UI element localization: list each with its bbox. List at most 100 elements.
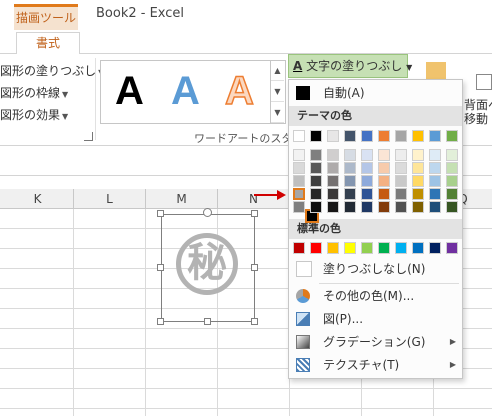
theme-color-swatch[interactable] xyxy=(429,130,441,142)
theme-shade-swatch[interactable] xyxy=(446,188,458,200)
theme-shade-swatch[interactable] xyxy=(412,162,424,174)
menu-item-gradient[interactable]: グラデーション(G) ▶ xyxy=(289,331,462,353)
wordart-style-black[interactable]: A xyxy=(115,65,144,117)
theme-shade-swatch[interactable] xyxy=(361,201,373,213)
theme-color-swatch[interactable] xyxy=(310,130,322,142)
more-styles-icon[interactable]: ▼ xyxy=(271,102,284,123)
theme-shade-swatch[interactable] xyxy=(446,201,458,213)
theme-shade-swatch[interactable] xyxy=(344,149,356,161)
standard-color-swatch[interactable] xyxy=(293,242,305,254)
theme-shade-swatch[interactable] xyxy=(310,201,322,213)
shape-outline-button[interactable]: 図形の枠線 ▼ xyxy=(0,84,68,101)
theme-shade-swatch[interactable] xyxy=(293,149,305,161)
menu-item-no-fill[interactable]: 塗りつぶしなし(N) xyxy=(289,258,462,280)
drawing-tools-tab[interactable]: 描画ツール xyxy=(14,4,78,30)
theme-shade-swatch[interactable] xyxy=(344,162,356,174)
scroll-down-icon[interactable]: ▼ xyxy=(271,81,284,102)
standard-color-swatch[interactable] xyxy=(395,242,407,254)
theme-color-swatch[interactable] xyxy=(293,130,305,142)
theme-shade-swatch[interactable] xyxy=(327,201,339,213)
standard-color-swatch[interactable] xyxy=(344,242,356,254)
scroll-up-icon[interactable]: ▲ xyxy=(271,60,284,81)
theme-shade-swatch[interactable] xyxy=(344,188,356,200)
send-backward-label-2[interactable]: 移動 xyxy=(464,110,488,127)
theme-color-swatch[interactable] xyxy=(446,130,458,142)
resize-handle-w[interactable] xyxy=(157,264,164,271)
rotate-handle[interactable] xyxy=(203,208,212,217)
menu-item-automatic[interactable]: 自動(A) xyxy=(289,82,462,104)
theme-shade-swatch[interactable] xyxy=(361,175,373,187)
resize-handle-se[interactable] xyxy=(251,318,258,325)
theme-shade-swatch[interactable] xyxy=(293,175,305,187)
theme-shade-swatch[interactable] xyxy=(429,188,441,200)
theme-color-swatch[interactable] xyxy=(378,130,390,142)
wordart-style-gallery[interactable]: A A A xyxy=(100,60,286,124)
standard-color-swatch[interactable] xyxy=(429,242,441,254)
theme-shade-swatch[interactable] xyxy=(429,149,441,161)
theme-shade-swatch[interactable] xyxy=(412,175,424,187)
selection-pane-icon[interactable] xyxy=(476,74,492,90)
theme-shade-swatch[interactable] xyxy=(293,188,305,200)
standard-color-swatch[interactable] xyxy=(327,242,339,254)
column-header-k[interactable]: K xyxy=(2,189,74,209)
resize-handle-nw[interactable] xyxy=(157,210,164,217)
resize-handle-e[interactable] xyxy=(251,264,258,271)
theme-shade-swatch[interactable] xyxy=(429,201,441,213)
column-header-m[interactable]: M xyxy=(146,189,218,209)
theme-shade-swatch[interactable] xyxy=(327,188,339,200)
standard-color-swatch[interactable] xyxy=(378,242,390,254)
theme-shade-swatch[interactable] xyxy=(378,162,390,174)
theme-shade-swatch[interactable] xyxy=(446,175,458,187)
menu-item-picture[interactable]: 図(P)... xyxy=(289,308,462,330)
secret-stamp-text[interactable]: 秘 xyxy=(176,233,238,295)
wordart-style-orange-outline[interactable]: A xyxy=(224,65,254,117)
theme-shade-swatch[interactable] xyxy=(310,149,322,161)
resize-handle-s[interactable] xyxy=(204,318,211,325)
theme-shade-swatch[interactable] xyxy=(429,175,441,187)
resize-handle-ne[interactable] xyxy=(251,210,258,217)
theme-shade-swatch[interactable] xyxy=(344,175,356,187)
dialog-launcher-icon[interactable] xyxy=(84,132,93,141)
theme-shade-swatch[interactable] xyxy=(395,201,407,213)
theme-color-swatch[interactable] xyxy=(344,130,356,142)
theme-shade-swatch[interactable] xyxy=(378,188,390,200)
theme-shade-swatch[interactable] xyxy=(310,188,322,200)
standard-color-swatch[interactable] xyxy=(412,242,424,254)
theme-shade-swatch[interactable] xyxy=(446,149,458,161)
theme-shade-swatch[interactable] xyxy=(395,175,407,187)
gallery-scroll[interactable]: ▲ ▼ ▼ xyxy=(270,60,284,124)
theme-shade-swatch[interactable] xyxy=(361,162,373,174)
shape-effects-button[interactable]: 図形の効果 ▼ xyxy=(0,106,68,123)
theme-shade-swatch[interactable] xyxy=(395,162,407,174)
theme-shade-swatch[interactable] xyxy=(361,188,373,200)
theme-shade-swatch[interactable] xyxy=(446,162,458,174)
theme-shade-swatch[interactable] xyxy=(412,201,424,213)
standard-color-swatch[interactable] xyxy=(361,242,373,254)
theme-shade-swatch[interactable] xyxy=(395,188,407,200)
theme-shade-swatch[interactable] xyxy=(310,175,322,187)
theme-shade-swatch[interactable] xyxy=(429,162,441,174)
theme-color-swatch[interactable] xyxy=(361,130,373,142)
menu-item-more-colors[interactable]: その他の色(M)... xyxy=(289,285,462,307)
theme-shade-swatch[interactable] xyxy=(327,175,339,187)
theme-color-swatch[interactable] xyxy=(412,130,424,142)
tab-format[interactable]: 書式 xyxy=(16,32,80,55)
theme-shade-swatch[interactable] xyxy=(293,201,305,213)
text-fill-button[interactable]: A 文字の塗りつぶし ▼ xyxy=(288,54,412,78)
theme-shade-swatch[interactable] xyxy=(327,162,339,174)
theme-shade-swatch[interactable] xyxy=(310,162,322,174)
column-header-l[interactable]: L xyxy=(74,189,146,209)
theme-shade-swatch[interactable] xyxy=(412,188,424,200)
theme-shade-swatch[interactable] xyxy=(378,201,390,213)
shape-fill-button[interactable]: 図形の塗りつぶし▼ xyxy=(0,62,104,79)
theme-shade-swatch[interactable] xyxy=(412,149,424,161)
theme-shade-swatch[interactable] xyxy=(361,149,373,161)
theme-shade-swatch[interactable] xyxy=(395,149,407,161)
theme-shade-swatch[interactable] xyxy=(293,162,305,174)
menu-item-texture[interactable]: テクスチャ(T) ▶ xyxy=(289,354,462,376)
theme-shade-swatch[interactable] xyxy=(344,201,356,213)
theme-shade-swatch[interactable] xyxy=(378,175,390,187)
theme-color-swatch[interactable] xyxy=(327,130,339,142)
theme-shade-swatch[interactable] xyxy=(327,149,339,161)
standard-color-swatch[interactable] xyxy=(310,242,322,254)
